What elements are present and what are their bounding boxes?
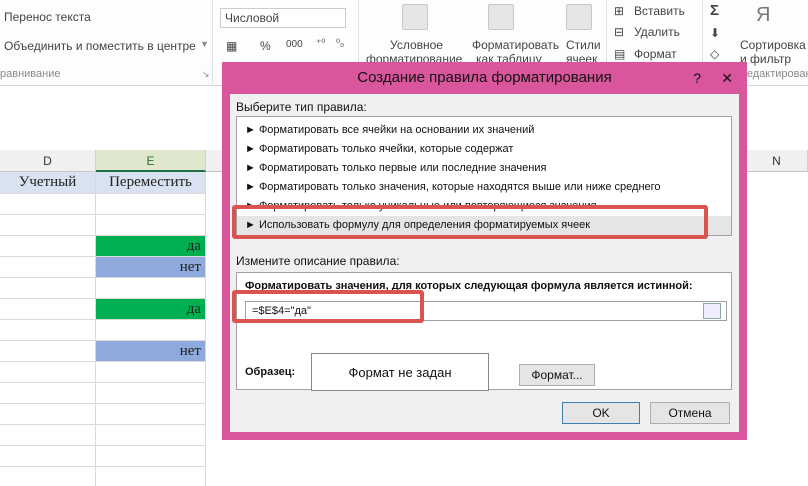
formula-label: Форматировать значения, для которых след… <box>245 280 693 292</box>
insert-button[interactable]: Вставить <box>634 4 685 18</box>
cell-e[interactable]: да <box>96 299 206 320</box>
cell-d[interactable] <box>0 362 96 383</box>
cell-styles-label[interactable]: Стили <box>566 38 601 52</box>
cell-e[interactable] <box>96 383 206 404</box>
sort-filter-label2[interactable]: и фильтр <box>740 52 791 66</box>
column-header-d[interactable]: D <box>0 150 96 172</box>
conditional-format-label[interactable]: Условное <box>390 38 443 52</box>
editing-group-label: Редактирован <box>740 68 808 80</box>
currency-icon[interactable]: ▦ <box>226 39 237 53</box>
cell-d[interactable] <box>0 383 96 404</box>
dialog-title: Создание правила форматирования <box>357 69 612 86</box>
rule-type-item[interactable]: ► Форматировать только первые или послед… <box>237 159 731 178</box>
cell-styles-icon[interactable] <box>566 4 592 30</box>
fill-icon[interactable]: ⬇ <box>710 26 720 40</box>
cell-e[interactable] <box>96 320 206 341</box>
thousands-button[interactable]: 000 <box>286 39 303 50</box>
cell-d[interactable] <box>0 236 96 257</box>
number-format-value: Числовой <box>225 11 280 25</box>
rule-type-item[interactable]: ► Форматировать только ячейки, которые с… <box>237 140 731 159</box>
cell-e[interactable] <box>96 404 206 425</box>
cell-d[interactable] <box>0 194 96 215</box>
cell-e-header[interactable]: Переместить <box>96 172 206 194</box>
rule-type-item[interactable]: ► Форматировать только значения, которые… <box>237 178 731 197</box>
cell-d-header[interactable]: Учетный <box>0 172 96 194</box>
rule-description-box: Форматировать значения, для которых след… <box>236 272 732 391</box>
cell-d[interactable] <box>0 425 96 446</box>
cell-e[interactable] <box>96 362 206 383</box>
format-button[interactable]: Формат... <box>519 364 595 386</box>
format-table-icon[interactable] <box>488 4 514 30</box>
cell-e[interactable] <box>96 215 206 236</box>
sample-label: Образец: <box>245 366 296 378</box>
close-icon[interactable]: ✕ <box>721 64 733 92</box>
ribbon-separator <box>212 0 213 84</box>
autosum-icon[interactable]: Σ <box>710 2 719 19</box>
decrease-decimal-icon[interactable]: ⁰₀ <box>336 38 344 49</box>
increase-decimal-icon[interactable]: ⁺⁰ <box>316 38 325 49</box>
formula-input[interactable] <box>245 301 727 321</box>
cell-d[interactable] <box>0 446 96 467</box>
column-header-e[interactable]: E <box>96 150 206 172</box>
column-header-n[interactable]: N <box>746 150 808 172</box>
help-icon[interactable]: ? <box>693 64 701 92</box>
cell-e[interactable]: нет <box>96 257 206 278</box>
insert-icon[interactable]: ⊞ <box>614 4 624 18</box>
new-formatting-rule-dialog: Создание правила форматирования ? ✕ Выбе… <box>222 62 747 440</box>
ok-button[interactable]: OK <box>562 402 640 424</box>
wrap-text-button[interactable]: Перенос текста <box>4 10 91 24</box>
delete-icon[interactable]: ⊟ <box>614 25 624 39</box>
format-table-label[interactable]: Форматировать <box>472 38 559 52</box>
format-button[interactable]: Формат <box>634 47 677 61</box>
delete-button[interactable]: Удалить <box>634 25 680 39</box>
dialog-body: Выберите тип правила: ► Форматировать вс… <box>230 94 739 432</box>
alignment-group-label: равнивание <box>0 68 61 80</box>
cell-d[interactable] <box>0 341 96 362</box>
cell-d[interactable] <box>0 467 96 486</box>
rule-type-item[interactable]: ► Форматировать все ячейки на основании … <box>237 121 731 140</box>
cell-e[interactable] <box>96 425 206 446</box>
cell-e[interactable] <box>96 446 206 467</box>
cell-d[interactable] <box>0 215 96 236</box>
cell-e[interactable] <box>96 467 206 486</box>
cancel-button[interactable]: Отмена <box>650 402 730 424</box>
cell-d[interactable] <box>0 320 96 341</box>
dialog-titlebar[interactable]: Создание правила форматирования ? ✕ <box>224 64 745 94</box>
range-picker-icon[interactable] <box>703 303 721 319</box>
cell-e[interactable]: нет <box>96 341 206 362</box>
rule-type-item[interactable]: ► Использовать формулу для определения ф… <box>237 216 731 235</box>
number-format-select[interactable]: Числовой <box>220 8 346 28</box>
cell-e[interactable] <box>96 278 206 299</box>
format-icon[interactable]: ▤ <box>614 47 625 61</box>
dialog-launcher-icon[interactable]: ↘ <box>202 69 210 80</box>
cell-d[interactable] <box>0 278 96 299</box>
select-type-label: Выберите тип правила: <box>236 100 367 114</box>
rule-type-item[interactable]: ► Форматировать только уникальные или по… <box>237 197 731 216</box>
clear-icon[interactable]: ◇ <box>710 47 719 61</box>
rule-type-list[interactable]: ► Форматировать все ячейки на основании … <box>236 116 732 236</box>
cell-d[interactable] <box>0 404 96 425</box>
conditional-format-icon[interactable] <box>402 4 428 30</box>
merge-center-button[interactable]: Объединить и поместить в центре <box>4 39 196 53</box>
chevron-down-icon[interactable]: ▼ <box>200 39 209 49</box>
sample-preview: Формат не задан <box>311 353 489 391</box>
edit-description-label: Измените описание правила: <box>236 254 400 268</box>
sort-filter-icon[interactable]: Я <box>756 4 770 27</box>
cell-d[interactable] <box>0 299 96 320</box>
cell-d[interactable] <box>0 257 96 278</box>
sort-filter-label[interactable]: Сортировка <box>740 38 806 52</box>
cell-e[interactable] <box>96 194 206 215</box>
percent-button[interactable]: % <box>260 39 271 53</box>
cell-e[interactable]: да <box>96 236 206 257</box>
